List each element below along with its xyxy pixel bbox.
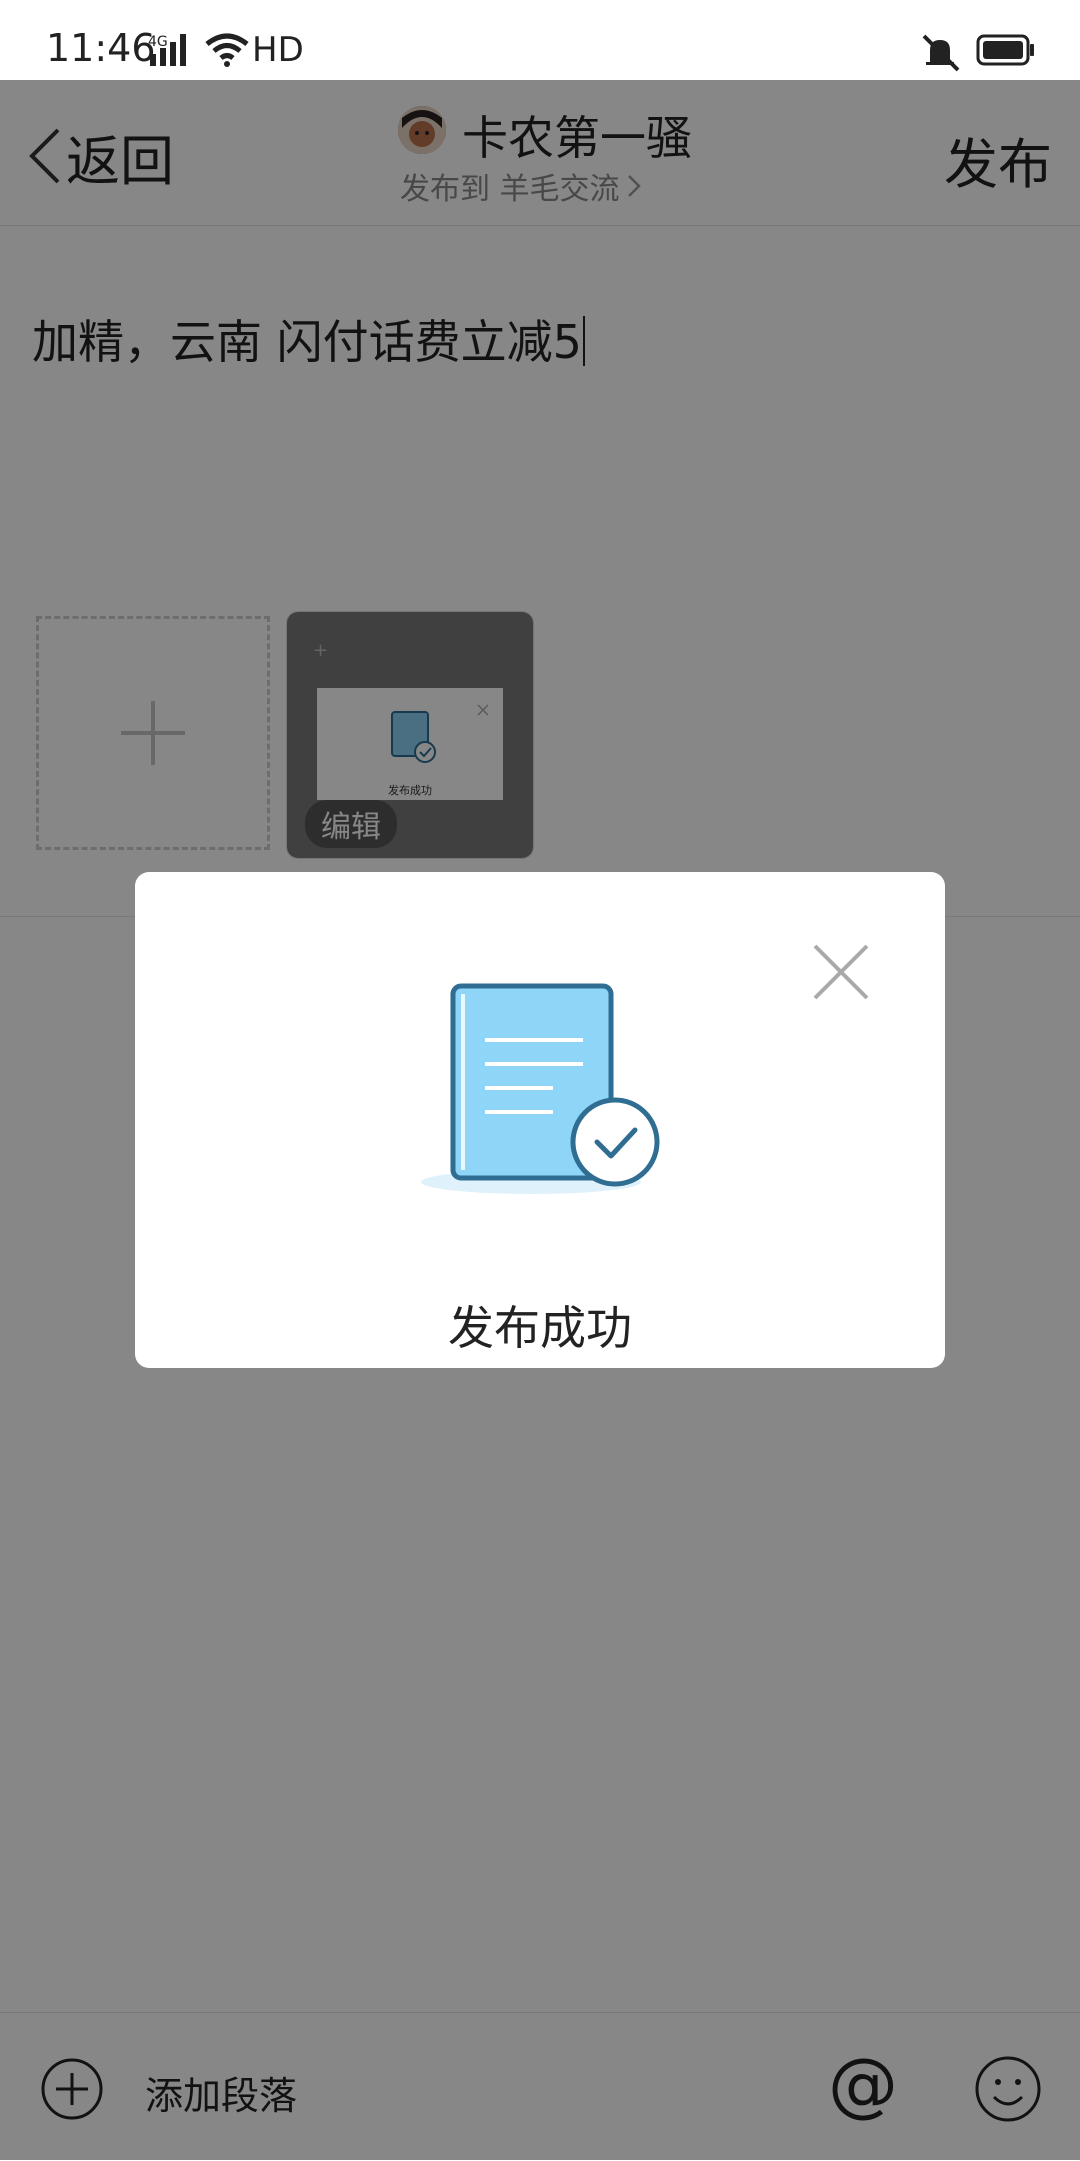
close-icon[interactable] [811, 942, 871, 1002]
mute-icon [922, 34, 960, 72]
battery-icon [976, 34, 1034, 66]
status-bar: 11:46 4G HD [0, 0, 1080, 80]
cell-signal-icon: 4G [148, 34, 186, 66]
hd-indicator: HD [252, 30, 304, 70]
network-type: 4G [148, 34, 168, 50]
document-success-icon [421, 983, 660, 1194]
status-time: 11:46 [46, 26, 156, 70]
wifi-icon [205, 33, 249, 67]
success-dialog: 发布成功 [135, 872, 945, 1368]
dialog-title: 发布成功 [448, 1301, 632, 1355]
